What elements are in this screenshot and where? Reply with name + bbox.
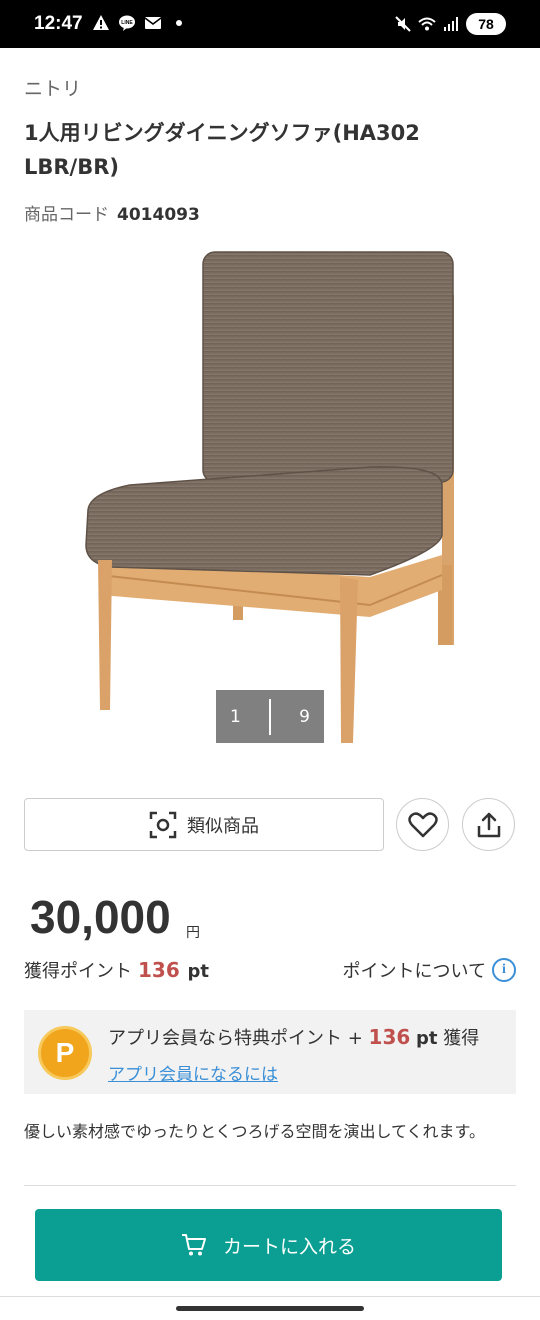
app-member-points-unit: pt [416, 1028, 438, 1049]
points-about-label: ポイントについて [342, 961, 486, 982]
heart-icon [407, 811, 438, 837]
status-time: 12:47 [34, 13, 83, 34]
signal-icon [444, 17, 458, 31]
share-button[interactable] [462, 798, 515, 851]
svg-text:LINE: LINE [121, 20, 133, 26]
divider [24, 1185, 516, 1186]
price-amount: 30,000 [30, 891, 171, 943]
cart-icon [181, 1234, 206, 1256]
point-coin-icon: P [38, 1026, 92, 1080]
share-icon [477, 812, 500, 837]
earned-points-label: 獲得ポイント [24, 961, 132, 982]
app-member-banner: P アプリ会員なら特典ポイント + 136 pt 獲得 アプリ会員になるには [24, 1010, 516, 1094]
earned-points: 獲得ポイント 136 pt [24, 957, 209, 983]
brand-name: ニトリ [24, 78, 82, 100]
mail-icon [144, 17, 162, 29]
app-member-text: アプリ会員なら特典ポイント + 136 pt 獲得 [108, 1024, 479, 1050]
app-member-points: 136 [368, 1025, 411, 1049]
similar-products-label: 類似商品 [187, 815, 259, 837]
earned-points-value: 136 [138, 958, 180, 982]
product-code: 商品コード 4014093 [24, 200, 200, 225]
app-member-prefix: アプリ会員なら特典ポイント + [108, 1028, 363, 1049]
status-right-icons: 78 [394, 13, 506, 35]
product-code-label: 商品コード [24, 205, 109, 225]
mute-icon [395, 16, 411, 32]
similar-products-button[interactable]: 類似商品 [24, 798, 384, 851]
favorite-button[interactable] [396, 798, 449, 851]
notification-dot [176, 20, 182, 26]
battery-indicator: 78 [466, 13, 506, 35]
product-image[interactable] [70, 245, 470, 755]
app-member-signup-link[interactable]: アプリ会員になるには [108, 1060, 278, 1085]
camera-scan-icon [149, 811, 177, 838]
price-currency: 円 [186, 925, 200, 941]
add-to-cart-button[interactable]: カートに入れる [35, 1209, 502, 1281]
status-bar: 12:47 LINE 78 [0, 0, 540, 48]
points-about-link[interactable]: ポイントについて i [343, 957, 516, 983]
product-code-value: 4014093 [117, 205, 200, 225]
wifi-icon [418, 17, 436, 31]
line-app-icon: LINE [119, 15, 135, 31]
app-member-suffix: 獲得 [443, 1028, 480, 1049]
info-icon: i [492, 958, 516, 982]
add-to-cart-label: カートに入れる [222, 1235, 356, 1258]
image-pager: 1 9 [216, 690, 324, 743]
status-left-icons: LINE [92, 14, 182, 32]
pager-current: 1 [230, 706, 241, 727]
home-indicator[interactable] [176, 1306, 364, 1311]
earned-points-unit: pt [187, 961, 209, 982]
product-title: 1人用リビングダイニングソファ(HA302 LBR/BR) [24, 121, 420, 179]
product-description: 優しい素材感でゆったりとくつろげる空間を演出してくれます。 [24, 1122, 485, 1141]
pager-divider [268, 698, 271, 735]
pager-total: 9 [299, 706, 310, 727]
warning-icon [93, 15, 109, 30]
